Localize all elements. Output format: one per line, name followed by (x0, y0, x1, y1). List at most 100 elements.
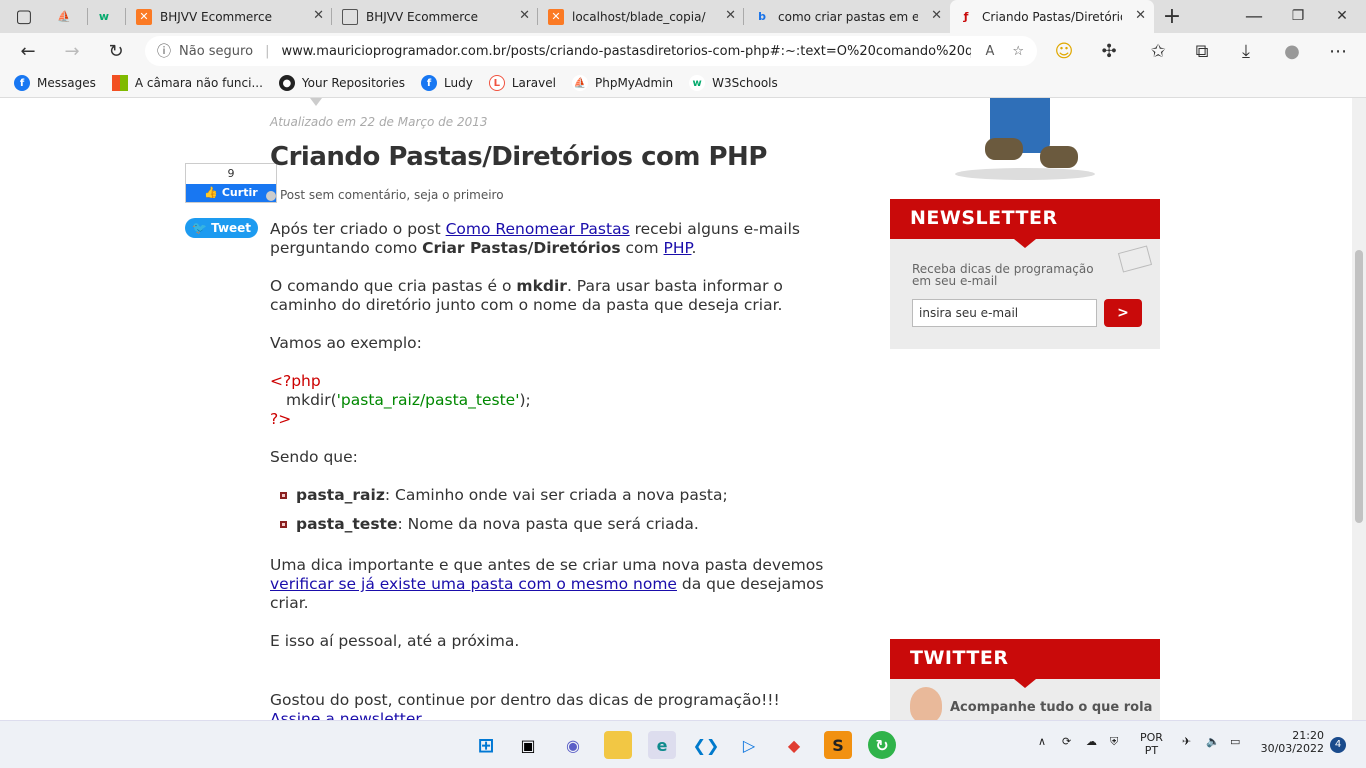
forward-icon[interactable]: → (58, 37, 86, 65)
tab-actions-icon[interactable]: ▢ (10, 2, 38, 30)
url-box[interactable]: ⓘ Não seguro | www.mauricioprogramador.c… (145, 36, 1037, 66)
link-renomear-pastas[interactable]: Como Renomear Pastas (446, 220, 630, 238)
w3schools-icon: w (689, 75, 706, 91)
read-aloud-icon[interactable]: A (985, 44, 994, 59)
page-scrollbar[interactable] (1352, 98, 1366, 720)
microsoft-icon (111, 75, 128, 91)
envelope-icon (1117, 245, 1153, 273)
tab-bing-search[interactable]: b como criar pastas em em p ✕ (746, 0, 950, 33)
warning-icon: ⓘ (157, 44, 171, 60)
battery-icon[interactable]: ▭ (1230, 735, 1240, 748)
extensions-icon[interactable]: ✣ (1095, 37, 1123, 65)
like-button[interactable]: 👍 Curtir (186, 184, 276, 202)
file-explorer-icon[interactable] (604, 731, 632, 759)
tab-bhjvv-2[interactable]: BHJVV Ecommerce ✕ (334, 0, 538, 33)
bookmark-laravel[interactable]: L Laravel (488, 75, 556, 91)
paragraph-dica: Uma dica importante e que antes de se cr… (270, 556, 824, 612)
refresh-icon[interactable]: ↻ (102, 37, 130, 65)
tab-localhost[interactable]: ✕ localhost/blade_copia/ ✕ (540, 0, 744, 33)
chevron-up-icon[interactable]: ∧ (1038, 735, 1046, 748)
close-icon[interactable]: ✕ (931, 8, 942, 23)
bullet-icon (280, 521, 287, 528)
teams-chat-icon[interactable]: ◉ (559, 731, 587, 759)
github-icon: ● (278, 75, 295, 91)
git-client-icon[interactable]: ◆ (780, 731, 808, 759)
close-icon[interactable]: ✕ (519, 8, 530, 23)
sublime-text-icon[interactable]: S (824, 731, 852, 759)
close-window-icon[interactable]: ✕ (1328, 2, 1356, 30)
language-indicator[interactable]: POR PT (1140, 731, 1163, 757)
new-tab-icon[interactable]: + (1158, 2, 1186, 30)
bookmark-repositories[interactable]: ● Your Repositories (278, 75, 405, 91)
facebook-icon: f (421, 75, 438, 91)
page-icon (342, 8, 358, 25)
volume-icon[interactable]: 🔈 (1206, 735, 1220, 748)
bookmark-camera[interactable]: A câmara não funci... (111, 75, 263, 91)
close-icon[interactable]: ✕ (1135, 8, 1146, 23)
facebook-like-widget[interactable]: 9 👍 Curtir (185, 163, 277, 203)
media-player-icon[interactable]: ▷ (735, 731, 763, 759)
back-icon[interactable]: ← (14, 37, 42, 65)
twitter-header: TWITTER (890, 639, 1160, 688)
twitter-box: TWITTER Acompanhe tudo o que rola (890, 639, 1160, 720)
tab-label: Criando Pastas/Diretórios (982, 9, 1122, 24)
task-view-icon[interactable]: ▣ (514, 731, 542, 759)
link-verificar-pasta[interactable]: verificar se já existe uma pasta com o m… (270, 575, 677, 593)
xampp-icon: ✕ (136, 8, 152, 25)
tab-label: localhost/blade_copia/ (572, 9, 706, 24)
twitter-bird-icon: 🐦 (191, 221, 212, 235)
list-item: pasta_teste: Nome da nova pasta que será… (280, 515, 850, 534)
w3schools-icon: w (98, 10, 110, 23)
clock[interactable]: 21:20 30/03/2022 (1258, 729, 1324, 755)
vscode-icon[interactable]: ❮❯ (692, 731, 720, 759)
tab-phpmyadmin[interactable]: ⛵ (48, 0, 88, 33)
security-label[interactable]: Não seguro (179, 44, 253, 59)
network-icon[interactable]: ✈ (1182, 735, 1191, 748)
edge-icon[interactable]: e (648, 731, 676, 759)
bookmark-w3schools[interactable]: w W3Schools (689, 75, 778, 91)
list-item: pasta_raiz: Caminho onde vai ser criada … (280, 486, 850, 505)
address-bar: ← → ↻ ⓘ Não seguro | www.mauricioprogram… (0, 33, 1366, 69)
tab-label: BHJVV Ecommerce (366, 9, 478, 24)
bookmark-messages[interactable]: f Messages (14, 75, 96, 91)
tab-w3schools[interactable]: w (88, 0, 126, 33)
collections-icon[interactable]: ⧉ (1188, 37, 1216, 65)
restore-icon[interactable]: ❐ (1284, 2, 1312, 30)
scrollbar-thumb[interactable] (1355, 250, 1363, 523)
article-title: Criando Pastas/Diretórios com PHP (270, 142, 767, 172)
newsletter-submit-button[interactable]: > (1104, 299, 1142, 327)
newsletter-email-input[interactable]: insira seu e-mail (912, 299, 1097, 327)
bookmark-phpmyadmin[interactable]: ⛵ PhpMyAdmin (571, 75, 673, 91)
article-body: Após ter criado o post Como Renomear Pas… (270, 220, 850, 720)
bookmark-ludy[interactable]: f Ludy (421, 75, 473, 91)
phpmyadmin-icon: ⛵ (571, 75, 588, 91)
start-icon[interactable]: ⊞ (472, 731, 500, 759)
pointer-arrow (310, 98, 322, 106)
comments-info[interactable]: Post sem comentário, seja o primeiro (266, 188, 504, 202)
close-icon[interactable]: ✕ (725, 8, 736, 23)
menu-icon[interactable]: ⋯ (1324, 37, 1352, 65)
newsletter-box: NEWSLETTER Receba dicas de programação e… (890, 199, 1160, 349)
tab-criando-pastas[interactable]: ƒ Criando Pastas/Diretórios ✕ (950, 0, 1154, 33)
favorite-icon[interactable]: ☆ (1012, 44, 1024, 59)
laravel-icon: L (488, 75, 505, 91)
tab-bhjvv-1[interactable]: ✕ BHJVV Ecommerce ✕ (128, 0, 332, 33)
tray-cloud-icon[interactable]: ☁ (1086, 735, 1097, 748)
facebook-icon: f (14, 75, 30, 91)
paragraph-intro: Após ter criado o post Como Renomear Pas… (270, 220, 800, 257)
tab-label: BHJVV Ecommerce (160, 9, 272, 24)
extension-emoji-icon[interactable]: ☺ (1050, 37, 1078, 65)
minimize-icon[interactable]: — (1240, 2, 1268, 30)
url-text[interactable]: www.mauricioprogramador.com.br/posts/cri… (281, 44, 971, 59)
link-php[interactable]: PHP (664, 239, 692, 257)
tray-sync-icon[interactable]: ⟳ (1062, 735, 1071, 748)
close-icon[interactable]: ✕ (313, 8, 324, 23)
notification-badge[interactable]: 4 (1330, 737, 1346, 753)
tray-security-icon[interactable]: ⛨ (1110, 735, 1118, 749)
tweet-button[interactable]: 🐦 Tweet (185, 218, 258, 238)
link-newsletter[interactable]: Assine a newsletter (270, 710, 422, 720)
favorites-icon[interactable]: ✩ (1144, 37, 1172, 65)
downloads-icon[interactable]: ⤓ (1232, 37, 1260, 65)
app-icon[interactable]: ↻ (868, 731, 896, 759)
profile-icon[interactable]: ● (1278, 37, 1306, 65)
